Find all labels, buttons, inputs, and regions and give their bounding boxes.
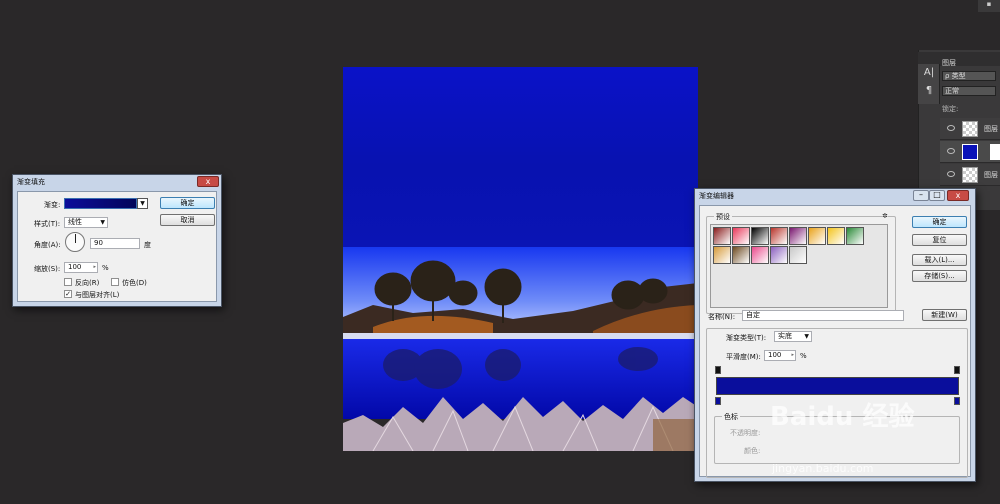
- blend-mode-row[interactable]: 正常: [942, 86, 996, 96]
- smoothness-input[interactable]: 100 ▸: [764, 350, 796, 361]
- gradient-editor-dialog: 渐变编辑器 – □ x 预设 ✲ 确定 复位 载入(L)... 存储(S)...…: [694, 188, 976, 482]
- blend-mode-select[interactable]: 正常: [942, 86, 996, 96]
- color-stop-left[interactable]: [715, 397, 721, 405]
- style-select[interactable]: 线性 ▼: [64, 217, 108, 228]
- gradient-preset-swatch[interactable]: [770, 246, 788, 264]
- gradient-preset-swatch[interactable]: [713, 246, 731, 264]
- gradient-fill-layer: [343, 67, 698, 247]
- minimize-icon[interactable]: –: [913, 190, 929, 201]
- chevron-down-icon: ▼: [100, 219, 105, 226]
- gradient-preset-swatch[interactable]: [751, 227, 769, 245]
- layer-item-selected[interactable]: [940, 141, 1000, 163]
- dither-label: 仿色(D): [122, 279, 147, 287]
- angle-dial[interactable]: [65, 232, 85, 252]
- scale-value: 100: [68, 263, 82, 271]
- layer-item[interactable]: 图层: [940, 118, 1000, 140]
- lock-row: 锁定:: [942, 104, 958, 114]
- gradient-preset-swatch[interactable]: [713, 227, 731, 245]
- landscape-photo: [343, 247, 698, 451]
- gear-icon[interactable]: ✲: [882, 212, 888, 220]
- chevron-right-icon[interactable]: ▸: [791, 351, 794, 360]
- type-select[interactable]: 实底 ▼: [774, 331, 812, 342]
- smoothness-value: 100: [768, 351, 782, 359]
- eye-icon[interactable]: [947, 148, 955, 154]
- gradient-preset-swatch[interactable]: [789, 246, 807, 264]
- eye-icon[interactable]: [947, 171, 955, 177]
- gradient-preview[interactable]: [64, 198, 137, 209]
- lock-label: 锁定:: [942, 105, 959, 113]
- gradient-preset-swatch[interactable]: [789, 227, 807, 245]
- ok-button[interactable]: 确定: [912, 216, 967, 228]
- layer-thumbnail: [962, 167, 978, 183]
- filter-kind-select[interactable]: ρ 类型: [942, 71, 996, 81]
- presets-label: 预设: [714, 212, 732, 222]
- panel-menu-icon[interactable]: ▪: [978, 0, 1000, 12]
- gradient-preset-swatch[interactable]: [751, 246, 769, 264]
- type-label: 渐变类型(T):: [726, 334, 767, 342]
- color-stop-right[interactable]: [954, 397, 960, 405]
- load-button[interactable]: 载入(L)...: [912, 254, 967, 266]
- gradient-preset-swatch[interactable]: [732, 246, 750, 264]
- gradient-preset-swatch[interactable]: [770, 227, 788, 245]
- character-icon[interactable]: A|: [918, 64, 940, 82]
- layers-tab[interactable]: 图层: [942, 58, 956, 68]
- gradient-label: 渐变:: [44, 201, 61, 209]
- gradient-preset-swatch[interactable]: [808, 227, 826, 245]
- dither-checkbox[interactable]: [111, 278, 119, 286]
- save-button[interactable]: 存储(S)...: [912, 270, 967, 282]
- smoothness-label: 平滑度(M):: [726, 353, 761, 361]
- eye-icon[interactable]: [947, 125, 955, 131]
- opacity-label: 不透明度:: [730, 429, 761, 437]
- new-button[interactable]: 新建(W): [922, 309, 967, 321]
- layer-item[interactable]: 图层: [940, 164, 1000, 186]
- watermark-brand: Baidu 经验: [770, 402, 915, 432]
- layer-thumbnail: [962, 144, 978, 160]
- scale-input[interactable]: 100 ▸: [64, 262, 98, 273]
- layer-mask-thumbnail: [990, 144, 1000, 160]
- dialog-title: 渐变填充: [17, 178, 45, 186]
- gradient-fill-dialog: 渐变填充 x 渐变: ▼ 确定 取消 样式(T): 线性 ▼ 角度(A): 90…: [12, 174, 222, 307]
- gradient-preset-swatch[interactable]: [846, 227, 864, 245]
- reverse-checkbox[interactable]: [64, 278, 72, 286]
- gradient-preset-swatch[interactable]: [827, 227, 845, 245]
- filter-kind-row[interactable]: ρ 类型: [942, 71, 996, 81]
- angle-unit: 度: [144, 241, 151, 249]
- angle-input[interactable]: 90: [90, 238, 140, 249]
- close-icon[interactable]: x: [947, 190, 969, 201]
- reset-button[interactable]: 复位: [912, 234, 967, 246]
- chevron-down-icon[interactable]: ▼: [137, 198, 148, 209]
- style-label: 样式(T):: [34, 220, 61, 228]
- align-label: 与图层对齐(L): [75, 291, 120, 299]
- opacity-stop-left[interactable]: [715, 366, 721, 374]
- presets-grid: [710, 224, 888, 308]
- cancel-button[interactable]: 取消: [160, 214, 215, 226]
- opacity-stop-right[interactable]: [954, 366, 960, 374]
- color-label: 颜色:: [744, 447, 761, 455]
- stops-label: 色标: [722, 412, 740, 422]
- paragraph-icon[interactable]: ¶: [918, 82, 940, 100]
- scale-unit: %: [102, 264, 109, 272]
- gradient-bar[interactable]: [716, 377, 959, 395]
- gradient-preset-swatch[interactable]: [732, 227, 750, 245]
- watermark-url: jingyan.baidu.com: [772, 462, 874, 475]
- type-value: 实底: [778, 332, 792, 340]
- smoothness-unit: %: [800, 352, 807, 360]
- chevron-down-icon: ▼: [804, 333, 809, 340]
- reverse-label: 反向(R): [75, 279, 100, 287]
- scale-label: 缩放(S):: [34, 265, 61, 273]
- ok-button[interactable]: 确定: [160, 197, 215, 209]
- layer-thumbnail: [962, 121, 978, 137]
- close-icon[interactable]: x: [197, 176, 219, 187]
- style-value: 线性: [68, 218, 82, 226]
- panel-tools: A| ¶: [918, 64, 940, 104]
- layer-name: 图层: [984, 125, 998, 133]
- align-checkbox[interactable]: ✓: [64, 290, 72, 298]
- angle-label: 角度(A):: [34, 241, 61, 249]
- name-label: 名称(N):: [708, 313, 736, 321]
- document-canvas[interactable]: [343, 67, 698, 451]
- name-input[interactable]: 自定: [742, 310, 904, 321]
- chevron-right-icon[interactable]: ▸: [93, 263, 96, 272]
- layer-name: 图层: [984, 171, 998, 179]
- maximize-icon[interactable]: □: [929, 190, 945, 201]
